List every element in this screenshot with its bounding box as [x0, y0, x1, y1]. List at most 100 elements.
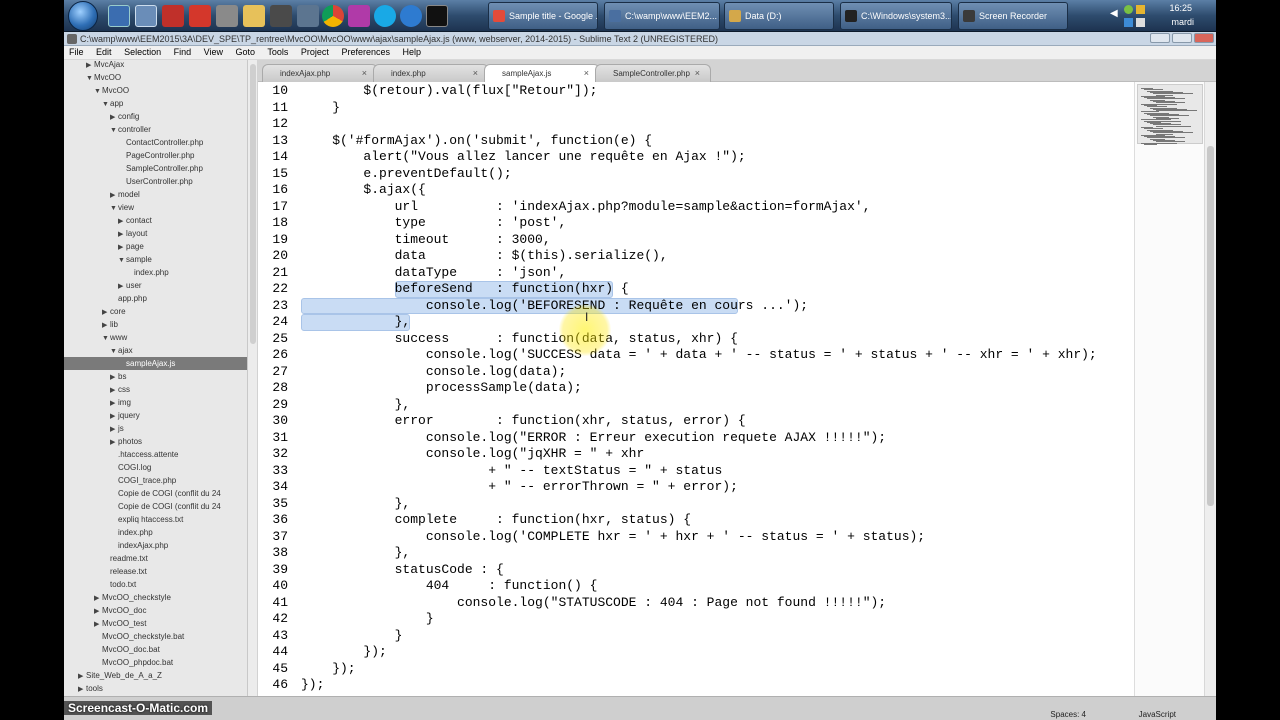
tree-item[interactable]: ▶ MvcOO_checkstyle: [64, 591, 247, 604]
tree-item[interactable]: expliq htaccess.txt: [64, 513, 247, 526]
maximize-button[interactable]: [1172, 33, 1192, 43]
tray-icon[interactable]: [1124, 5, 1133, 14]
tree-item[interactable]: ▼MvcOO: [64, 71, 247, 84]
tree-item[interactable]: ▶ photos: [64, 435, 247, 448]
menu-preferences[interactable]: Preferences: [341, 47, 390, 57]
sublime-icon[interactable]: [270, 5, 292, 27]
tree-item[interactable]: SampleController.php: [64, 162, 247, 175]
tree-item[interactable]: Copie de COGI (conflit du 24: [64, 500, 247, 513]
skype-icon[interactable]: [374, 5, 396, 27]
tree-item[interactable]: ▼sample: [64, 253, 247, 266]
task-chrome[interactable]: Sample title - Google ...: [488, 2, 598, 30]
task-data-drive[interactable]: Data (D:): [724, 2, 834, 30]
tree-item[interactable]: ▼view: [64, 201, 247, 214]
tree-item[interactable]: index.php: [64, 526, 247, 539]
explorer-icon[interactable]: [135, 5, 157, 27]
tree-item[interactable]: ▶ img: [64, 396, 247, 409]
close-tab-icon[interactable]: ×: [473, 65, 478, 82]
menu-tools[interactable]: Tools: [267, 47, 288, 57]
tree-item[interactable]: ▶ tools: [64, 682, 247, 696]
tree-item[interactable]: ▶ MvcAjax: [64, 60, 247, 71]
menu-selection[interactable]: Selection: [124, 47, 161, 57]
menu-edit[interactable]: Edit: [96, 47, 112, 57]
chrome-icon[interactable]: [322, 5, 344, 27]
window-titlebar[interactable]: C:\wamp\www\EEM2015\3A\DEV_SPE\TP_rentre…: [64, 32, 1216, 46]
tray-icon[interactable]: [1124, 18, 1133, 27]
app-s-icon[interactable]: [400, 5, 422, 27]
menu-project[interactable]: Project: [301, 47, 329, 57]
task-cmd[interactable]: C:\Windows\system3...: [840, 2, 952, 30]
task-screen-recorder[interactable]: Screen Recorder: [958, 2, 1068, 30]
tree-item[interactable]: ▶ MvcOO_test: [64, 617, 247, 630]
code-editor[interactable]: 10 11 12 13 14 15 16 17 18 19 20 21 22 23 24 25 26 27 28 29…: [258, 82, 1203, 696]
folder-icon[interactable]: [243, 5, 265, 27]
menu-goto[interactable]: Goto: [236, 47, 256, 57]
indentation-status[interactable]: Spaces: 4: [1050, 710, 1086, 719]
tray-icon[interactable]: [1136, 18, 1145, 27]
editor-scrollbar[interactable]: [1204, 82, 1216, 696]
tree-item[interactable]: ▶ page: [64, 240, 247, 253]
menu-help[interactable]: Help: [402, 47, 421, 57]
tree-item[interactable]: index.php: [64, 266, 247, 279]
tree-item[interactable]: ▶ MvcOO_doc: [64, 604, 247, 617]
close-tab-icon[interactable]: ×: [584, 65, 589, 82]
task-explorer[interactable]: C:\wamp\www\EEM2...: [604, 2, 720, 30]
tree-item[interactable]: PageController.php: [64, 149, 247, 162]
syntax-status[interactable]: JavaScript: [1139, 710, 1176, 719]
tree-item[interactable]: MvcOO_doc.bat: [64, 643, 247, 656]
tree-item[interactable]: ▶ lib: [64, 318, 247, 331]
tree-item[interactable]: ▶ user: [64, 279, 247, 292]
tree-item[interactable]: ContactController.php: [64, 136, 247, 149]
terminal-icon[interactable]: [426, 5, 448, 27]
tab-indexajax[interactable]: indexAjax.php ×: [262, 64, 378, 82]
minimize-button[interactable]: [1150, 33, 1170, 43]
tree-item[interactable]: release.txt: [64, 565, 247, 578]
close-button[interactable]: [1194, 33, 1214, 43]
filezilla-icon[interactable]: [162, 5, 184, 27]
tree-item[interactable]: COGI_trace.php: [64, 474, 247, 487]
app-icon[interactable]: [189, 5, 211, 27]
minimap[interactable]: [1134, 82, 1204, 696]
tree-item[interactable]: indexAjax.php: [64, 539, 247, 552]
tray-arrow-icon[interactable]: ◀: [1110, 8, 1118, 19]
tree-item[interactable]: ▶ model: [64, 188, 247, 201]
menu-view[interactable]: View: [204, 47, 223, 57]
tree-item[interactable]: UserController.php: [64, 175, 247, 188]
media-icon[interactable]: [348, 5, 370, 27]
tree-item[interactable]: ▶ contact: [64, 214, 247, 227]
close-tab-icon[interactable]: ×: [362, 65, 367, 82]
tree-item[interactable]: ▼app: [64, 97, 247, 110]
tab-sampleajax[interactable]: sampleAjax.js ×: [484, 64, 600, 83]
tool-icon[interactable]: [216, 5, 238, 27]
show-desktop-icon[interactable]: [108, 5, 130, 27]
editor-scroll-thumb[interactable]: [1207, 146, 1214, 506]
tree-item[interactable]: ▼controller: [64, 123, 247, 136]
tree-item[interactable]: ▶ layout: [64, 227, 247, 240]
tree-item[interactable]: MvcOO_checkstyle.bat: [64, 630, 247, 643]
tree-item[interactable]: ▶ jquery: [64, 409, 247, 422]
close-tab-icon[interactable]: ×: [695, 65, 700, 82]
tree-item[interactable]: ▶ bs: [64, 370, 247, 383]
tree-item[interactable]: ▼MvcOO: [64, 84, 247, 97]
menu-find[interactable]: Find: [174, 47, 192, 57]
tab-index[interactable]: index.php ×: [373, 64, 489, 82]
tree-item[interactable]: ▶ css: [64, 383, 247, 396]
tree-item[interactable]: .htaccess.attente: [64, 448, 247, 461]
tab-samplecontroller[interactable]: SampleController.php ×: [595, 64, 711, 82]
start-button[interactable]: [68, 1, 98, 31]
collapsed-arrow-icon[interactable]: ▶: [78, 683, 86, 696]
tree-item[interactable]: MvcOO_phpdoc.bat: [64, 656, 247, 669]
sidebar-scroll-thumb[interactable]: [250, 64, 256, 344]
tree-item[interactable]: sampleAjax.js: [64, 357, 247, 370]
tree-item[interactable]: Copie de COGI (conflit du 24: [64, 487, 247, 500]
tray-icon[interactable]: [1136, 5, 1145, 14]
tree-item[interactable]: ▶ config: [64, 110, 247, 123]
tree-item[interactable]: ▼ajax: [64, 344, 247, 357]
tree-item[interactable]: ▶ Site_Web_de_A_a_Z: [64, 669, 247, 682]
network-icon[interactable]: [297, 5, 319, 27]
tree-item[interactable]: app.php: [64, 292, 247, 305]
tree-item[interactable]: todo.txt: [64, 578, 247, 591]
tree-item[interactable]: ▼www: [64, 331, 247, 344]
tree-item[interactable]: readme.txt: [64, 552, 247, 565]
tree-item[interactable]: ▶ core: [64, 305, 247, 318]
